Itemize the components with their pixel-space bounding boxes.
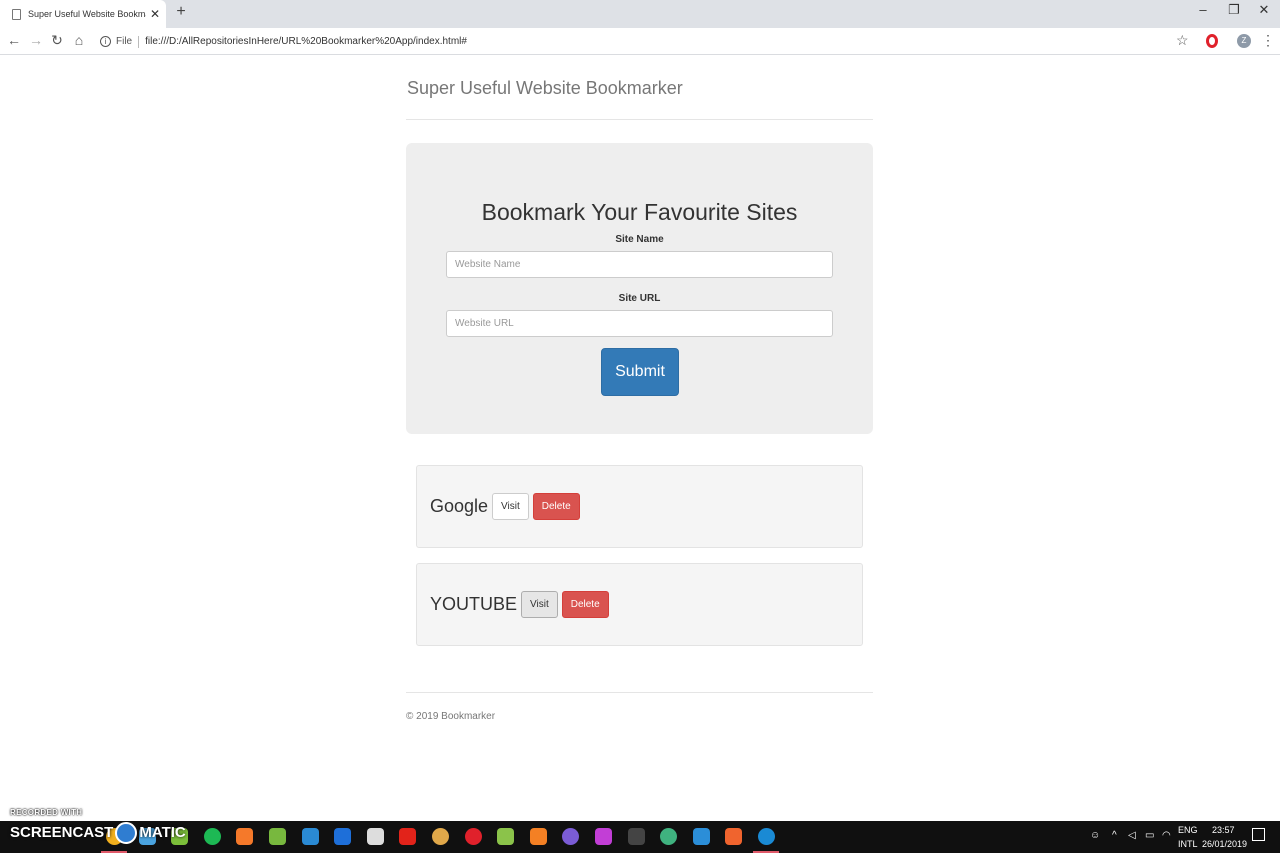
site-url-input[interactable] <box>446 310 833 337</box>
cube-icon[interactable] <box>660 828 677 845</box>
blender-icon[interactable] <box>236 828 253 845</box>
watermark-brand-right: MATIC <box>139 823 186 841</box>
url-text[interactable]: file:///D:/AllRepositoriesInHere/URL%20B… <box>145 36 467 47</box>
tray-chevron-icon[interactable]: ^ <box>1112 830 1117 841</box>
unity-icon[interactable] <box>367 828 384 845</box>
copyright-text: © 2019 Bookmarker <box>406 711 496 722</box>
earth-icon[interactable] <box>432 828 449 845</box>
pdf-icon[interactable] <box>399 828 416 845</box>
submit-button[interactable]: Submit <box>601 348 679 396</box>
back-icon[interactable]: ← <box>5 32 23 48</box>
browser-menu-icon[interactable]: ⋮ <box>1261 32 1275 49</box>
profile-avatar[interactable]: Z <box>1237 34 1251 48</box>
url-separator <box>138 35 140 48</box>
page-footer: © 2019 Bookmarker <box>406 692 873 722</box>
language-top[interactable]: ENG <box>1178 825 1198 835</box>
screencast-watermark: SCREENCAST MATIC <box>10 822 186 844</box>
screencast-logo-icon <box>115 822 138 844</box>
delete-button[interactable]: Delete <box>561 591 609 618</box>
site-name-input[interactable] <box>446 251 833 278</box>
people-icon[interactable]: ☺ <box>1090 830 1100 841</box>
home-icon[interactable]: ⌂ <box>70 32 88 48</box>
battery-icon[interactable]: ▭ <box>1145 830 1154 841</box>
page-header: Super Useful Website Bookmarker <box>406 56 873 120</box>
new-tab-icon[interactable]: + <box>172 3 190 21</box>
bookmark-name: YOUTUBE <box>430 594 518 614</box>
visit-button[interactable]: Visit <box>521 591 558 618</box>
clock-date[interactable]: 26/01/2019 <box>1202 839 1247 849</box>
visit-button[interactable]: Visit <box>492 493 529 520</box>
url-scheme: File <box>116 36 133 47</box>
reload-icon[interactable]: ↻ <box>48 32 66 49</box>
forward-icon[interactable]: → <box>27 32 45 48</box>
site-title: Super Useful Website Bookmarker <box>407 78 683 98</box>
recorded-with-label: RECORDED WITH <box>10 808 83 817</box>
vscode-icon[interactable] <box>693 828 710 845</box>
media-icon[interactable] <box>302 828 319 845</box>
close-tab-icon[interactable]: ✕ <box>150 7 160 21</box>
language-bottom[interactable]: INTL <box>1178 839 1198 849</box>
intellij-icon[interactable] <box>595 828 612 845</box>
delete-button[interactable]: Delete <box>532 493 580 520</box>
site-name-label: Site Name <box>615 234 664 245</box>
restore-icon[interactable]: ❐ <box>1219 2 1249 18</box>
android-icon[interactable] <box>497 828 514 845</box>
terminal-icon[interactable] <box>628 828 645 845</box>
page-icon <box>12 8 21 20</box>
notifications-icon[interactable] <box>1252 828 1265 841</box>
bookmark-form-panel: Bookmark Your Favourite Sites Site Name … <box>406 143 873 434</box>
windows-taskbar: ☺ ^ ◁ ▭ ◠ ENG INTL 23:57 26/01/2019 <box>0 821 1280 853</box>
form-heading: Bookmark Your Favourite Sites <box>481 199 798 225</box>
volume-icon[interactable]: ◁ <box>1128 830 1136 841</box>
bookmark-item: Google Visit Delete <box>416 465 863 548</box>
opera-extension-icon[interactable] <box>1206 34 1218 48</box>
site-header: Super Useful Website Bookmarker <box>406 56 873 120</box>
maps-icon[interactable] <box>334 828 351 845</box>
postman-icon[interactable] <box>725 828 742 845</box>
utorrent-icon[interactable] <box>269 828 286 845</box>
site-url-label: Site URL <box>618 293 661 304</box>
sublime-icon[interactable] <box>530 828 547 845</box>
minimize-icon[interactable]: – <box>1188 2 1218 17</box>
browser-tab-strip: Super Useful Website Bookmarker ✕ + – ❐ … <box>0 0 1280 28</box>
spotify-icon[interactable] <box>204 828 221 845</box>
tab-title: Super Useful Website Bookmarker <box>28 9 146 19</box>
bookmark-star-icon[interactable]: ☆ <box>1176 32 1189 49</box>
clock-time[interactable]: 23:57 <box>1212 825 1235 835</box>
window-close-icon[interactable]: ✕ <box>1249 2 1279 18</box>
bookmark-name: Google <box>430 496 489 516</box>
browser-tab[interactable]: Super Useful Website Bookmarker ✕ <box>0 0 166 28</box>
browser-toolbar: ← → ↻ ⌂ i File file:///D:/AllRepositorie… <box>0 28 1280 55</box>
address-bar[interactable]: i File file:///D:/AllRepositoriesInHere/… <box>92 31 1200 52</box>
bookmark-item: YOUTUBE Visit Delete <box>416 563 863 646</box>
info-icon[interactable]: i <box>100 36 111 47</box>
wifi-icon[interactable]: ◠ <box>1162 830 1171 841</box>
opera-icon[interactable] <box>465 828 482 845</box>
recorder-icon[interactable] <box>758 828 775 845</box>
obs-icon[interactable] <box>562 828 579 845</box>
watermark-brand-left: SCREENCAST <box>10 823 114 841</box>
